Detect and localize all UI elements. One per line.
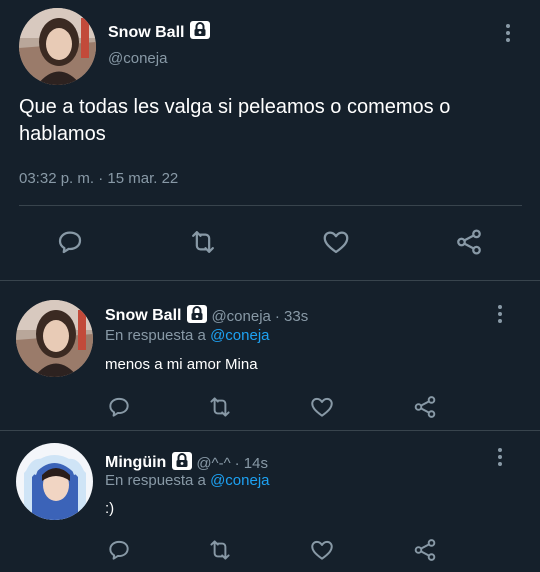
retweet-icon[interactable]	[206, 394, 234, 425]
tweet-age[interactable]: · 33s	[275, 308, 308, 325]
main-tweet: Snow Ball @coneja Que a todas les valga …	[0, 0, 540, 280]
reply-context: En respuesta a @coneja	[105, 327, 270, 344]
more-options-icon[interactable]	[492, 446, 508, 473]
timestamp[interactable]: 03:32 p. m. · 15 mar. 22	[19, 170, 178, 187]
reply-icon[interactable]	[106, 537, 132, 568]
reply-to-link[interactable]: @coneja	[210, 327, 269, 344]
tweet-age[interactable]: · 14s	[235, 455, 268, 472]
display-name[interactable]: Snow Ball	[105, 307, 181, 325]
reply-to-link[interactable]: @coneja	[210, 472, 269, 489]
lock-icon	[190, 21, 211, 44]
avatar[interactable]	[16, 300, 93, 377]
reply-text: :)	[105, 500, 115, 517]
more-options-icon[interactable]	[500, 22, 516, 49]
avatar[interactable]	[16, 443, 93, 520]
author-row: Snow Ball @coneja · 33s	[105, 305, 308, 327]
tweet-text: Que a todas les valga si peleamos o come…	[19, 96, 451, 145]
reply-context: En respuesta a @coneja	[105, 472, 270, 489]
more-options-icon[interactable]	[492, 303, 508, 330]
avatar[interactable]	[19, 8, 96, 85]
reply-prefix: En respuesta a	[105, 327, 206, 344]
share-icon[interactable]	[454, 227, 484, 262]
reply-tweet[interactable]: Snow Ball @coneja · 33s En respuesta a @…	[0, 281, 540, 429]
like-icon[interactable]	[321, 227, 351, 262]
display-name[interactable]: Mingüin	[105, 454, 166, 472]
author-row: Mingüin @^-^ · 14s	[105, 452, 268, 474]
reply-tweet[interactable]: Mingüin @^-^ · 14s En respuesta a @conej…	[0, 431, 540, 572]
retweet-icon[interactable]	[187, 227, 219, 262]
reply-prefix: En respuesta a	[105, 472, 206, 489]
author-row: Snow Ball	[108, 21, 211, 44]
lock-icon	[187, 305, 208, 327]
lock-icon	[172, 452, 193, 474]
reply-text: menos a mi amor Mina	[105, 356, 258, 373]
like-icon[interactable]	[309, 394, 335, 425]
handle[interactable]: @coneja	[108, 50, 167, 67]
display-name[interactable]: Snow Ball	[108, 24, 184, 42]
like-icon[interactable]	[309, 537, 335, 568]
handle[interactable]: @^-^	[196, 455, 230, 472]
retweet-icon[interactable]	[206, 537, 234, 568]
handle[interactable]: @coneja	[211, 308, 270, 325]
share-icon[interactable]	[412, 394, 438, 425]
share-icon[interactable]	[412, 537, 438, 568]
divider	[19, 205, 522, 206]
reply-icon[interactable]	[55, 227, 85, 262]
reply-icon[interactable]	[106, 394, 132, 425]
